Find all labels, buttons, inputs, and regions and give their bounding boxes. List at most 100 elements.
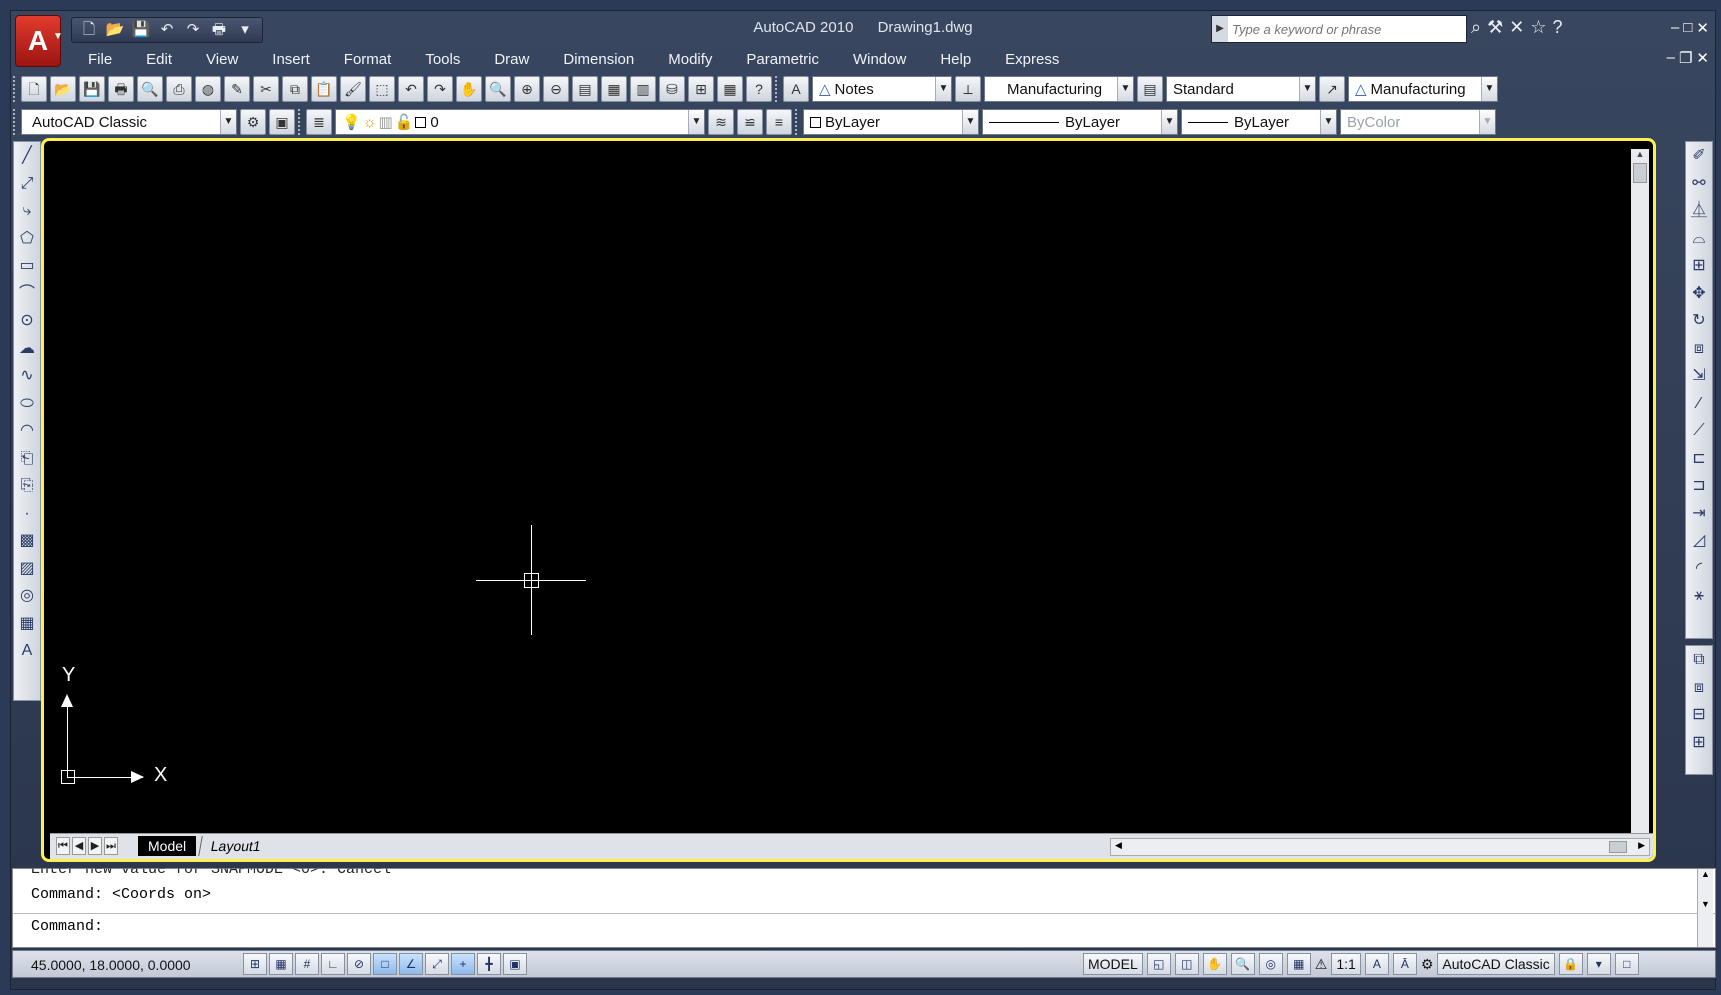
chevron-down-icon[interactable]: ▼ [220,110,236,134]
dim-style-icon[interactable]: ⟂ [955,76,981,102]
subscription-center-icon[interactable]: ✕ [1509,17,1524,38]
send-to-back-icon[interactable]: ⧈ [1686,674,1712,702]
menu-help[interactable]: Help [923,47,988,73]
copy-object-icon[interactable]: ⚯ [1686,170,1712,198]
quick-view-drawings-icon[interactable]: ◫ [1174,953,1199,975]
menu-file[interactable]: File [71,47,129,73]
quick-properties-icon[interactable]: ▣ [503,953,527,975]
circle-icon[interactable]: ⊙ [14,307,40,335]
gradient-icon[interactable]: ▨ [14,555,40,583]
menu-insert[interactable]: Insert [255,47,327,73]
menu-window[interactable]: Window [836,47,923,73]
layer-previous-icon[interactable]: ≌ [737,109,763,135]
scroll-right-icon[interactable]: ▶ [1638,840,1645,851]
sheet-set-manager-icon[interactable]: ⛁ [659,76,685,102]
publish-icon[interactable]: ⎙ [166,76,192,102]
zoom-window-icon[interactable]: ⊕ [514,76,540,102]
undo-icon[interactable]: ↶ [398,76,424,102]
point-icon[interactable]: · [14,500,40,528]
table-icon[interactable]: ▦ [14,610,40,638]
my-workspace-icon[interactable]: ▣ [269,109,295,135]
doc-restore-icon[interactable]: ❐ [1679,49,1692,67]
infer-constraints-icon[interactable]: ⊞ [243,953,267,975]
text-style-combo[interactable]: △ Notes ▼ [812,76,952,102]
favorites-star-icon[interactable]: ☆ [1530,17,1546,38]
markup-set-icon[interactable]: ⊞ [688,76,714,102]
communication-center-icon[interactable]: ⚒ [1487,17,1503,38]
arc-icon[interactable]: ⌒ [14,280,40,308]
multileader-style-icon[interactable]: ↗ [1319,76,1345,102]
line-icon[interactable]: ╱ [14,142,40,170]
tab-layout1[interactable]: Layout1 [198,836,273,856]
workspace-settings-icon[interactable]: ⚙ [240,109,266,135]
trim-icon[interactable]: ⁄ [1686,390,1712,418]
rectangle-icon[interactable]: ▭ [14,252,40,280]
quickcalc-icon[interactable]: ▦ [717,76,743,102]
save-icon[interactable]: 💾 [79,76,105,102]
zoom-previous-icon[interactable]: ⊖ [543,76,569,102]
clean-screen-icon[interactable]: □ [1614,953,1639,975]
toolbar-grip[interactable] [13,76,18,102]
bring-to-front-icon[interactable]: ⧉ [1686,646,1712,674]
copy-icon[interactable]: ⧉ [282,76,308,102]
quick-view-layouts-icon[interactable]: ◱ [1146,953,1171,975]
chevron-down-icon[interactable]: ▼ [1299,77,1315,101]
pan-icon[interactable]: ✋ [456,76,482,102]
close-icon[interactable]: ✕ [1696,19,1709,37]
join-icon[interactable]: ⇥ [1686,500,1712,528]
plot-icon[interactable]: 🖶 [108,76,134,102]
make-current-layer-icon[interactable]: ≋ [708,109,734,135]
doc-minimize-icon[interactable]: – [1667,49,1675,67]
revision-cloud-icon[interactable]: ☁ [14,335,40,363]
prev-tab-icon[interactable]: ◀ [72,837,86,855]
annotation-scale[interactable]: 1:1 [1331,953,1361,975]
next-tab-icon[interactable]: ▶ [88,837,102,855]
toolbar-lock-icon[interactable]: 🔒 [1558,953,1583,975]
first-tab-icon[interactable]: ⏮ [56,837,70,855]
menu-modify[interactable]: Modify [651,47,729,73]
extend-icon[interactable]: ⟋ [1686,417,1712,445]
layer-states-icon[interactable]: ≡ [766,109,792,135]
open-icon[interactable]: 📂 [50,76,76,102]
sheet-set-icon[interactable]: ✎ [224,76,250,102]
object-snap-icon[interactable]: □ [373,953,397,975]
command-line[interactable]: Command: [13,913,1715,941]
multiline-text-icon[interactable]: A [14,637,40,665]
menu-tools[interactable]: Tools [408,47,477,73]
linetype-combo[interactable]: ByLayer ▼ [982,109,1178,135]
menu-parametric[interactable]: Parametric [729,47,836,73]
redo-icon[interactable]: ↷ [427,76,453,102]
polyline-icon[interactable]: ⤷ [14,197,40,225]
horizontal-scrollbar[interactable]: ◀ ▶ [1110,838,1650,856]
cut-icon[interactable]: ✂ [253,76,279,102]
bring-above-objects-icon[interactable]: ⊟ [1686,701,1712,729]
object-snap-tracking-icon[interactable]: ∠ [399,953,423,975]
search-input[interactable] [1228,21,1428,37]
insert-block-icon[interactable]: ⎗ [14,445,40,473]
scroll-thumb[interactable] [1633,163,1647,183]
ellipse-arc-icon[interactable]: ◠ [14,417,40,445]
showmotion-icon[interactable]: ▦ [1286,953,1311,975]
status-menu-icon[interactable]: ▾ [1586,953,1611,975]
toolbar-grip[interactable] [795,109,800,135]
workspace-switcher[interactable]: AutoCAD Classic [1437,953,1555,975]
text-style-icon[interactable]: A [783,76,809,102]
zoom-realtime-icon[interactable]: 🔍 [485,76,511,102]
ellipse-icon[interactable]: ⬭ [14,390,40,418]
doc-close-icon[interactable]: ✕ [1696,49,1709,67]
search-expand-icon[interactable]: ▶ [1212,16,1228,42]
spline-icon[interactable]: ∿ [14,362,40,390]
chevron-down-icon[interactable]: ▼ [935,77,951,101]
steering-wheel-icon[interactable]: ◎ [1258,953,1283,975]
fillet-icon[interactable]: ◜ [1686,555,1712,583]
design-center-icon[interactable]: ▦ [601,76,627,102]
layer-properties-icon[interactable]: ≣ [306,109,332,135]
annotation-visibility-icon[interactable]: A [1364,953,1389,975]
minimize-icon[interactable]: – [1671,19,1679,37]
help-icon[interactable]: ? [1552,17,1562,38]
chevron-down-icon[interactable]: ▼ [1320,110,1336,134]
lineweight-combo[interactable]: ByLayer ▼ [1181,109,1337,135]
help-icon[interactable]: ? [746,76,772,102]
explode-icon[interactable]: ⚹ [1686,582,1712,610]
tool-palettes-icon[interactable]: ▥ [630,76,656,102]
